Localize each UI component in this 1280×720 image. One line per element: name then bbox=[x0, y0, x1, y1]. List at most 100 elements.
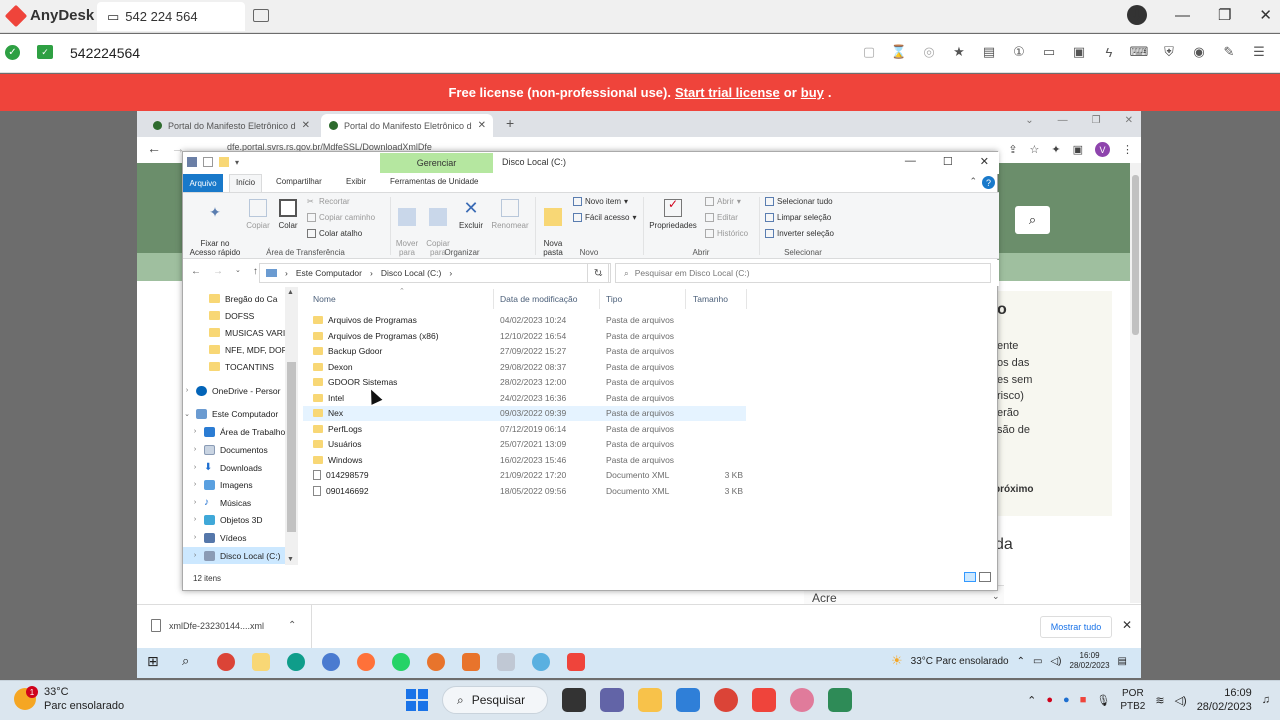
hourglass-icon[interactable]: ⌛ bbox=[890, 43, 908, 61]
minimize-button[interactable]: — bbox=[1175, 7, 1190, 24]
lightning-icon[interactable]: ϟ bbox=[1100, 43, 1118, 61]
wifi-icon[interactable]: ≋ bbox=[1155, 694, 1164, 707]
keyboard-icon[interactable]: ⌨ bbox=[1130, 43, 1149, 61]
chevron-up-icon[interactable]: ⌃ bbox=[969, 176, 977, 187]
minimize-button[interactable]: — bbox=[905, 155, 916, 168]
expand-chevron-icon[interactable]: › bbox=[191, 446, 199, 453]
scroll-down-icon[interactable]: ▼ bbox=[287, 556, 294, 563]
invert-selection-button[interactable]: Inverter seleção bbox=[765, 229, 834, 238]
file-row[interactable]: PerfLogs 07/12/2019 06:14 Pasta de arquivo… bbox=[303, 422, 746, 437]
expand-chevron-icon[interactable]: › bbox=[191, 534, 199, 541]
select-all-button[interactable]: Selecionar tudo bbox=[765, 197, 833, 206]
nav-item[interactable]: DOFSS bbox=[183, 307, 287, 324]
column-name[interactable]: Nome bbox=[313, 294, 336, 304]
nav-item[interactable]: › Documentos bbox=[183, 441, 287, 458]
history-button[interactable]: Histórico bbox=[705, 229, 748, 238]
task-view-icon[interactable] bbox=[562, 688, 586, 712]
tab-ferramentas-unidade[interactable]: Ferramentas de Unidade bbox=[390, 177, 479, 186]
file-row[interactable]: Dexon 29/08/2022 08:37 Pasta de arquivos bbox=[303, 360, 746, 375]
firefox-icon[interactable] bbox=[357, 653, 375, 671]
back-arrow-icon[interactable]: ← bbox=[147, 140, 161, 156]
close-icon[interactable]: ✕ bbox=[1122, 618, 1132, 632]
record-icon[interactable]: ◉ bbox=[1190, 43, 1208, 61]
web-proximo-link[interactable]: próximo bbox=[994, 484, 1033, 495]
close-button[interactable]: ✕ bbox=[1259, 6, 1272, 24]
column-divider[interactable] bbox=[599, 289, 600, 309]
refresh-icon[interactable]: ↻ bbox=[587, 263, 609, 283]
microphone-icon[interactable]: 🎙︎ bbox=[1096, 694, 1110, 707]
app-icon[interactable] bbox=[790, 688, 814, 712]
nav-item-this-pc[interactable]: ⌄ Este Computador bbox=[183, 405, 287, 422]
large-icons-view-icon[interactable] bbox=[979, 572, 991, 582]
scroll-thumb[interactable] bbox=[1132, 175, 1139, 335]
kebab-menu-icon[interactable]: ⋮ bbox=[1122, 143, 1133, 156]
new-tab-icon[interactable]: + bbox=[506, 115, 514, 131]
tray-app-icon[interactable]: ■ bbox=[1080, 694, 1087, 706]
restore-button[interactable]: ❐ bbox=[1218, 6, 1231, 24]
easy-access-button[interactable]: Fácil acesso ▾ bbox=[573, 213, 636, 222]
file-explorer-icon[interactable] bbox=[638, 688, 662, 712]
maximize-button[interactable]: ☐ bbox=[943, 155, 953, 168]
expand-chevron-icon[interactable]: › bbox=[191, 481, 199, 488]
chevron-down-icon[interactable]: ⌄ bbox=[992, 591, 1000, 602]
expand-chevron-icon[interactable]: › bbox=[191, 516, 199, 523]
nav-item[interactable]: TOCANTINS bbox=[183, 358, 287, 375]
anydesk-session-tab[interactable]: ▭ 542 224 564 bbox=[97, 2, 245, 31]
nav-item[interactable]: › Imagens bbox=[183, 476, 287, 493]
breadcrumb[interactable]: › Este Computador › Disco Local (C:) › ⌄ bbox=[259, 263, 611, 283]
notifications-icon[interactable]: ▤ bbox=[1118, 656, 1127, 667]
app-icon[interactable] bbox=[322, 653, 340, 671]
taskbar-search[interactable]: ⌕ Pesquisar bbox=[442, 686, 548, 714]
chevron-up-icon[interactable]: ⌃ bbox=[1017, 656, 1025, 667]
paste-shortcut-button[interactable]: Colar atalho bbox=[307, 229, 362, 238]
nav-item-onedrive[interactable]: › OneDrive - Persor bbox=[183, 382, 287, 399]
column-divider[interactable] bbox=[493, 289, 494, 309]
chrome-tab-1[interactable]: Portal do Manifesto Eletrônico d ✕ bbox=[145, 114, 317, 137]
remote-clock[interactable]: 16:09 28/02/2023 bbox=[1070, 651, 1110, 671]
details-view-icon[interactable] bbox=[964, 572, 976, 582]
copy-button[interactable]: Copiar bbox=[243, 199, 273, 230]
qat-dropdown-icon[interactable]: ▾ bbox=[235, 158, 239, 167]
properties-qat-icon[interactable] bbox=[203, 157, 213, 167]
whatsapp-icon[interactable] bbox=[392, 653, 410, 671]
tray-app-icon[interactable]: ● bbox=[1063, 694, 1070, 706]
file-row[interactable]: Windows 16/02/2023 15:46 Pasta de arquivos bbox=[303, 453, 746, 468]
app-icon[interactable] bbox=[828, 688, 852, 712]
chrome-icon[interactable] bbox=[217, 653, 235, 671]
expand-chevron-icon[interactable]: › bbox=[191, 552, 199, 559]
web-scrollbar[interactable] bbox=[1130, 163, 1141, 603]
close-tab-icon[interactable]: ✕ bbox=[478, 120, 486, 131]
column-size[interactable]: Tamanho bbox=[693, 294, 728, 304]
file-row[interactable]: Backup Gdoor 27/09/2022 15:27 Pasta de arq… bbox=[303, 344, 746, 359]
web-search-icon[interactable]: ⌕ bbox=[1015, 206, 1050, 234]
nav-item[interactable]: Bregão do Ca bbox=[183, 290, 287, 307]
windows-start-icon[interactable] bbox=[406, 689, 428, 711]
notifications-bell-icon[interactable]: ♫ bbox=[1262, 694, 1270, 706]
minimize-button[interactable]: — bbox=[1058, 115, 1068, 126]
column-type[interactable]: Tipo bbox=[606, 294, 622, 304]
column-date[interactable]: Data de modificação bbox=[500, 294, 578, 304]
profile-avatar[interactable]: V bbox=[1095, 142, 1110, 157]
close-button[interactable]: ✕ bbox=[1125, 115, 1133, 126]
file-row[interactable]: Arquivos de Programas (x86) 12/10/2022 16… bbox=[303, 329, 746, 344]
search-icon[interactable]: ⌕ bbox=[182, 653, 200, 671]
file-row[interactable]: 090146692 18/05/2022 09:56 Documento XML 3 … bbox=[303, 484, 746, 499]
teams-chat-icon[interactable] bbox=[600, 688, 624, 712]
app-icon[interactable] bbox=[462, 653, 480, 671]
draw-icon[interactable]: ✎ bbox=[1220, 43, 1238, 61]
windows-start-icon[interactable]: ⊞ bbox=[147, 653, 165, 671]
remote-weather[interactable]: 33°C Parc ensolarado bbox=[911, 656, 1009, 667]
shield-icon[interactable]: ⛨ bbox=[1160, 43, 1178, 61]
message-icon[interactable]: ▣ bbox=[1070, 43, 1088, 61]
nav-scrollbar[interactable]: ▲ ▼ bbox=[285, 287, 298, 565]
context-tab-manage[interactable]: Gerenciar bbox=[380, 153, 493, 173]
cut-button[interactable]: ✂ Recortar bbox=[307, 197, 350, 206]
file-explorer-icon[interactable] bbox=[252, 653, 270, 671]
star-icon[interactable]: ★ bbox=[950, 43, 968, 61]
app-icon[interactable] bbox=[497, 653, 515, 671]
chevron-up-icon[interactable]: ⌃ bbox=[1027, 694, 1036, 707]
volume-icon[interactable]: ◁) bbox=[1050, 656, 1061, 667]
new-folder-qat-icon[interactable] bbox=[219, 157, 229, 167]
edit-button[interactable]: Editar bbox=[705, 213, 738, 222]
nav-item[interactable]: MUSICAS VARIA bbox=[183, 324, 287, 341]
